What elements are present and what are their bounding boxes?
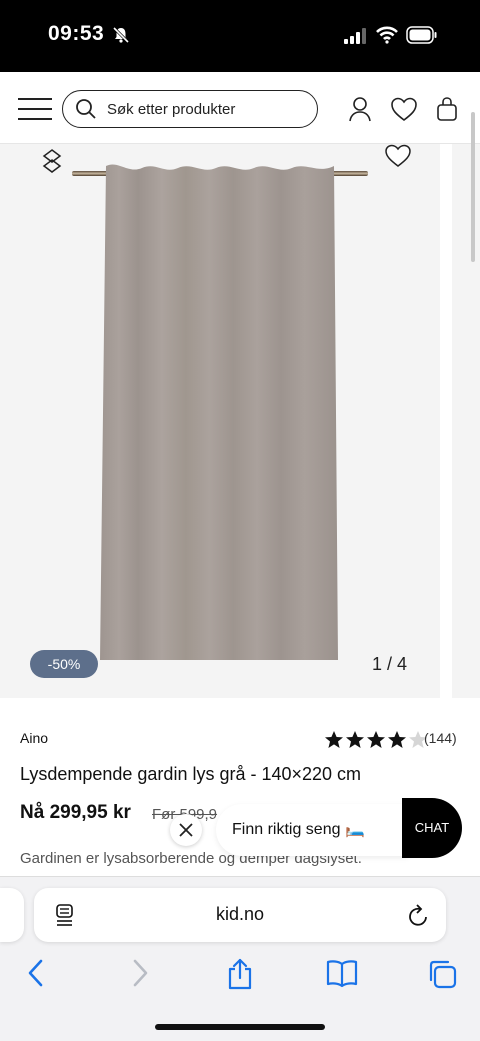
account-icon[interactable] xyxy=(348,96,372,127)
product-brand[interactable]: Aino xyxy=(20,730,48,746)
status-time: 09:53 xyxy=(48,22,105,45)
bookmarks-icon[interactable] xyxy=(326,958,358,993)
review-count[interactable]: (144) xyxy=(424,730,457,746)
scrollbar[interactable] xyxy=(471,112,475,262)
star-icon xyxy=(388,731,406,748)
home-indicator xyxy=(155,1024,325,1030)
price-now: Nå 299,95 kr xyxy=(20,802,131,823)
product-title: Lysdempende gardin lys grå - 140×220 cm xyxy=(20,764,362,784)
wishlist-icon[interactable] xyxy=(390,96,418,127)
product-image-curtain xyxy=(100,164,338,660)
url-text: kid.no xyxy=(215,904,265,924)
bell-muted-icon xyxy=(112,26,130,49)
wifi-icon xyxy=(376,26,398,49)
close-icon xyxy=(179,823,193,837)
menu-icon[interactable] xyxy=(18,98,52,120)
forward-icon[interactable] xyxy=(130,958,150,993)
discount-badge: -50% xyxy=(30,650,98,678)
search-placeholder: Søk etter produkter xyxy=(107,101,236,118)
compare-icon[interactable] xyxy=(42,148,62,181)
chat-button[interactable]: CHAT xyxy=(402,798,462,858)
previous-tab-peek[interactable] xyxy=(0,888,24,942)
star-icon xyxy=(325,731,343,748)
image-counter: 1 / 4 xyxy=(372,654,408,674)
next-image-peek[interactable] xyxy=(452,144,480,698)
battery-icon xyxy=(406,26,438,49)
search-input[interactable]: Søk etter produkter xyxy=(62,90,318,128)
address-bar[interactable]: kid.no xyxy=(34,888,446,942)
search-icon xyxy=(75,98,97,125)
share-icon[interactable] xyxy=(226,958,254,995)
rating-stars[interactable] xyxy=(324,730,428,749)
back-icon[interactable] xyxy=(26,958,46,993)
site-header: Søk etter produkter xyxy=(0,72,480,144)
popup-text: Finn riktig seng 🛏️ xyxy=(232,821,365,838)
tabs-icon[interactable] xyxy=(426,958,458,995)
cart-bag-icon[interactable] xyxy=(436,96,458,127)
favorite-heart-icon[interactable] xyxy=(384,144,412,173)
popup-close-button[interactable] xyxy=(170,814,202,846)
bed-guide-popup[interactable]: Finn riktig seng 🛏️ xyxy=(216,804,408,856)
status-bar: 09:53 xyxy=(0,0,480,72)
reload-icon[interactable] xyxy=(408,903,430,932)
star-icon xyxy=(367,731,385,748)
signal-icon xyxy=(344,28,368,49)
star-icon xyxy=(346,731,364,748)
